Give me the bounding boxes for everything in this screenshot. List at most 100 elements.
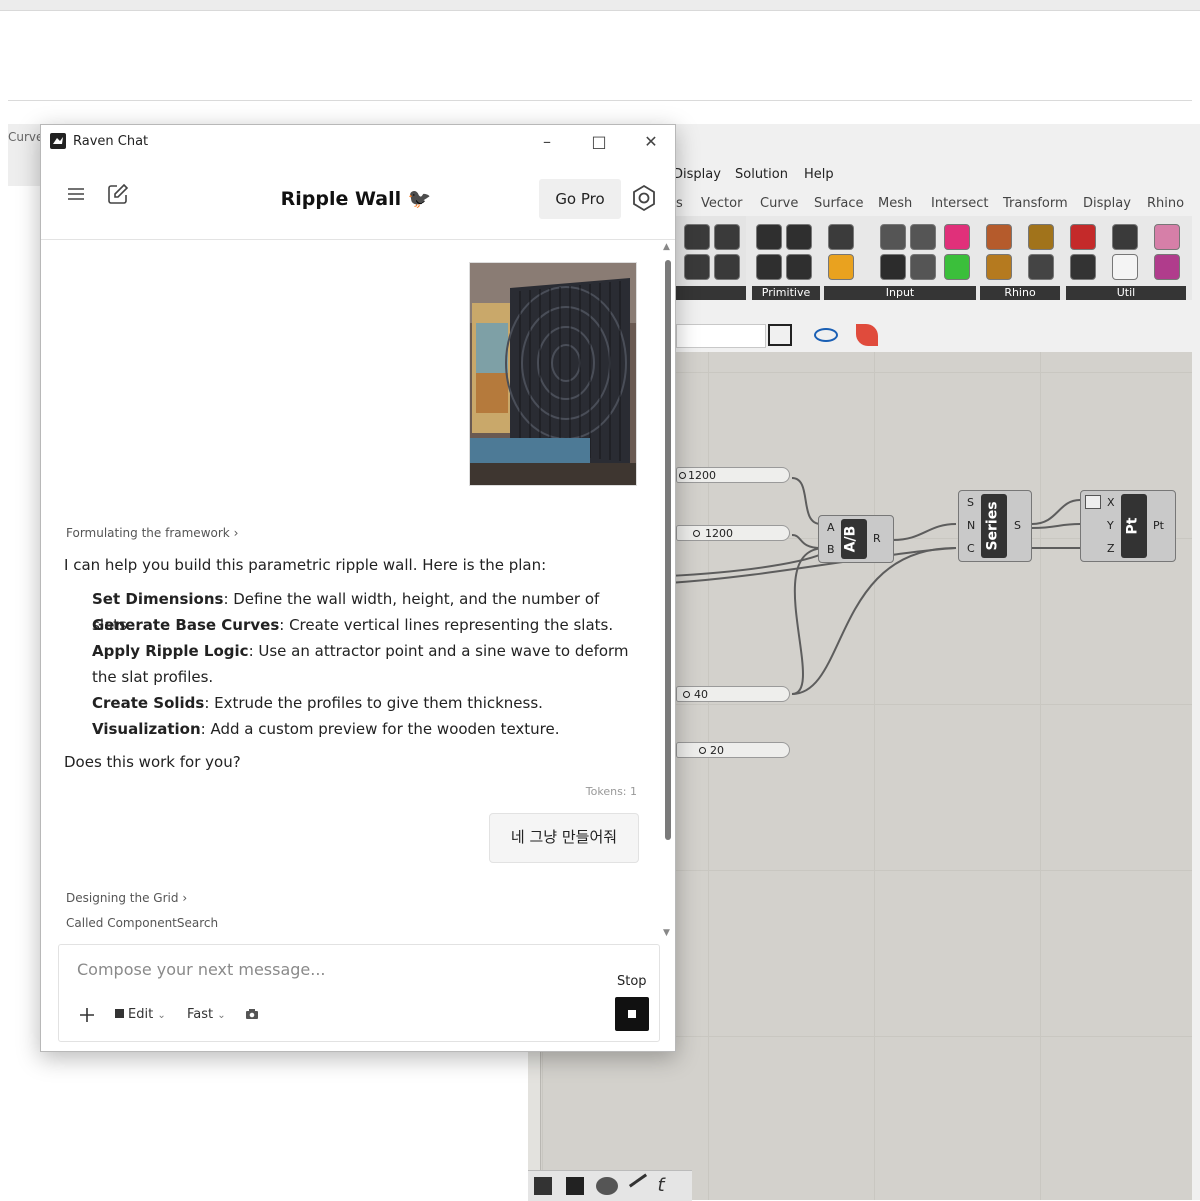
component-icon[interactable] [786,224,812,250]
component-expand-icon[interactable] [1085,495,1101,509]
camera-icon[interactable] [245,1008,259,1020]
mode-selector[interactable]: Edit ⌄ [115,1007,166,1022]
component-icon[interactable] [828,224,854,250]
thinking-step-grid[interactable]: Designing the Grid › [66,891,187,905]
go-pro-button[interactable]: Go Pro [539,179,621,219]
input-port-x[interactable]: X [1107,496,1115,509]
compose-input[interactable] [75,959,559,980]
output-port-series[interactable]: S [1014,519,1021,532]
sketch-icon[interactable] [566,1177,584,1195]
component-icon[interactable] [684,254,710,280]
component-icon[interactable] [986,224,1012,250]
screen-top-bar [0,0,1200,11]
plan-item: Create Solids: Extrude the profiles to g… [92,690,642,716]
menu-help[interactable]: Help [804,167,834,182]
output-port-pt[interactable]: Pt [1153,519,1164,532]
component-icon[interactable] [1154,254,1180,280]
scroll-down-arrow-icon[interactable]: ▼ [663,928,670,938]
component-icon[interactable] [986,254,1012,280]
component-icon[interactable] [910,254,936,280]
ribbon-group-util: Util [1066,216,1186,300]
slider-grip[interactable] [679,472,686,479]
output-port-r[interactable]: R [873,532,881,545]
new-chat-icon[interactable] [107,183,129,205]
tab-mesh[interactable]: Mesh [878,196,912,211]
tab-sets[interactable]: s [676,196,683,211]
component-icon[interactable] [1112,224,1138,250]
component-icon[interactable] [1154,224,1180,250]
number-slider[interactable]: 20 [676,742,790,758]
scrollbar-thumb[interactable] [665,260,671,840]
input-port-z[interactable]: Z [1107,542,1115,555]
minimize-button[interactable]: – [535,131,559,153]
component-icon[interactable] [756,224,782,250]
number-slider[interactable]: 1200 [676,467,790,483]
preview-eye-icon[interactable] [814,328,838,342]
settings-icon[interactable] [629,183,659,213]
ripple-wall-photo [470,263,636,485]
division-component[interactable]: A B A/B R [818,515,894,563]
ribbon-group-primitive: Primitive [752,216,820,300]
transform-icon[interactable]: ƭ [658,1175,665,1196]
tab-curve[interactable]: Curve [760,196,798,211]
tab-surface[interactable]: Surface [814,196,864,211]
attached-ripple-wall-image[interactable] [469,262,637,486]
tab-intersect[interactable]: Intersect [931,196,989,211]
component-icon[interactable] [1070,254,1096,280]
message-scrollbar[interactable]: ▲ ▼ [661,240,675,940]
message-list[interactable]: Formulating the framework › I can help y… [41,240,661,940]
close-button[interactable]: ✕ [639,131,663,153]
menu-display[interactable]: Display [673,167,721,182]
component-icon[interactable] [880,254,906,280]
slider-grip[interactable] [693,530,700,537]
component-icon[interactable] [1028,224,1054,250]
component-icon[interactable] [756,254,782,280]
component-icon[interactable] [1112,254,1138,280]
input-port-count[interactable]: C [967,542,975,555]
tab-transform[interactable]: Transform [1003,196,1068,211]
component-icon[interactable] [1028,254,1054,280]
pen-icon[interactable] [628,1173,648,1188]
slider-grip[interactable] [699,747,706,754]
download-icon[interactable] [534,1177,552,1195]
tab-display[interactable]: Display [1083,196,1131,211]
input-port-b[interactable]: B [827,543,835,556]
plus-icon[interactable] [79,1007,95,1023]
component-icon[interactable] [1070,224,1096,250]
stop-button[interactable] [615,997,649,1031]
mesh-icon[interactable] [596,1177,618,1195]
component-icon[interactable] [714,224,740,250]
bake-brush-icon[interactable] [856,324,878,346]
component-icon[interactable] [714,254,740,280]
component-icon[interactable] [684,224,710,250]
tab-vector[interactable]: Vector [701,196,742,211]
speed-selector[interactable]: Fast ⌄ [187,1007,226,1022]
wire [791,546,957,695]
menu-solution[interactable]: Solution [735,167,788,182]
zoom-extents-icon[interactable] [768,324,792,346]
maximize-button[interactable]: □ [587,131,611,153]
series-component[interactable]: S N C Series S [958,490,1032,562]
slider-grip[interactable] [683,691,690,698]
component-icon[interactable] [880,224,906,250]
tab-rhino[interactable]: Rhino [1147,196,1184,211]
construct-point-component[interactable]: X Y Z Pt Pt [1080,490,1176,562]
scroll-up-arrow-icon[interactable]: ▲ [663,242,670,252]
number-slider[interactable]: 1200 [676,525,790,541]
wire [1031,523,1081,529]
slider-value: 20 [710,744,724,757]
zoom-dropdown[interactable] [676,324,766,348]
menu-icon[interactable] [67,187,85,201]
component-icon[interactable] [828,254,854,280]
thinking-step-framework[interactable]: Formulating the framework › [66,526,238,540]
input-port-step[interactable]: N [967,519,975,532]
input-port-a[interactable]: A [827,521,835,534]
component-icon[interactable] [944,224,970,250]
number-slider[interactable]: 40 [676,686,790,702]
window-titlebar[interactable]: Raven Chat – □ ✕ [41,125,675,159]
component-icon[interactable] [786,254,812,280]
component-icon[interactable] [910,224,936,250]
input-port-start[interactable]: S [967,496,974,509]
input-port-y[interactable]: Y [1107,519,1114,532]
component-icon[interactable] [944,254,970,280]
